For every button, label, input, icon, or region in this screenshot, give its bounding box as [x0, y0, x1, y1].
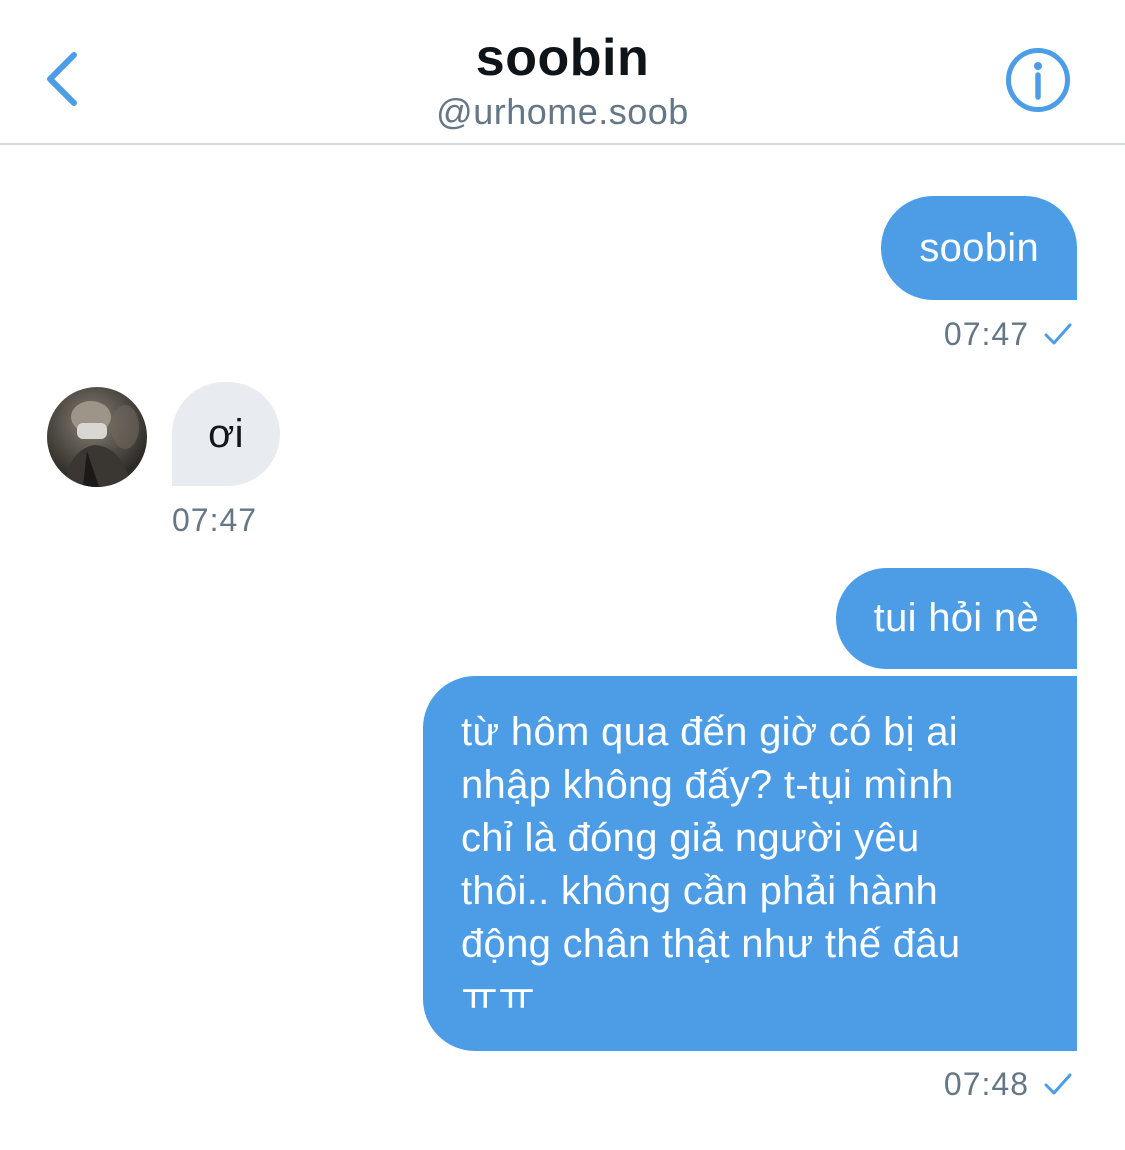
message-timestamp: 07:47 [172, 502, 257, 538]
contact-avatar[interactable] [47, 387, 147, 487]
message-line: động chân thật như thế đâu [461, 922, 961, 966]
conversation-header: soobin @urhome.soob [0, 0, 1125, 145]
conversation-info-button[interactable] [1005, 47, 1071, 113]
avatar-image [65, 401, 139, 487]
message-line: ㅠㅠ [461, 975, 536, 1019]
conversation-title-block[interactable]: soobin @urhome.soob [0, 26, 1125, 132]
sent-message-bubble[interactable]: từ hôm qua đến giờ có bị ai nhập không đ… [423, 676, 1077, 1051]
message-timestamp: 07:48 [944, 1066, 1073, 1102]
message-line: thôi.. không cần phải hành [461, 869, 939, 913]
message-line: từ hôm qua đến giờ có bị ai [461, 710, 958, 754]
message-timestamp: 07:47 [944, 316, 1073, 352]
timestamp-text: 07:47 [172, 502, 258, 538]
contact-handle: @urhome.soob [436, 91, 689, 132]
sent-message-bubble[interactable]: tui hỏi nè [835, 568, 1077, 669]
timestamp-text: 07:47 [943, 316, 1029, 352]
message-line: chỉ là đóng giả người yêu [461, 816, 920, 860]
contact-name: soobin [475, 29, 650, 87]
sent-message-bubble[interactable]: soobin [881, 196, 1077, 300]
timestamp-text: 07:48 [943, 1066, 1029, 1102]
message-text: tui hỏi nè [873, 596, 1039, 640]
received-message-bubble[interactable]: ơi [172, 382, 280, 486]
message-line: nhập không đấy? t-tụi mình [461, 763, 954, 807]
dm-conversation-screen: soobin @urhome.soob soobin 07:47 ơi 07:4… [0, 0, 1125, 1150]
message-text: ơi [208, 411, 244, 456]
read-check-icon [1044, 1073, 1072, 1095]
info-icon [1006, 48, 1070, 112]
read-check-icon [1044, 323, 1072, 345]
message-text: soobin [919, 225, 1039, 270]
